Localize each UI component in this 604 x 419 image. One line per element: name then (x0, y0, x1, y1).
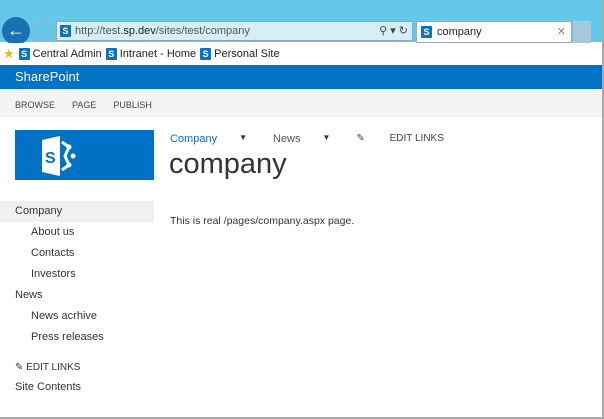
new-tab-button[interactable] (573, 21, 591, 43)
page-title: company (169, 148, 287, 180)
nav-about-us[interactable]: About us (0, 222, 154, 243)
suite-bar: SharePoint (0, 65, 604, 89)
sharepoint-icon: S (200, 48, 212, 60)
favorite-label: Central Admin (32, 48, 102, 60)
sharepoint-icon: S (60, 25, 71, 37)
ribbon: BROWSE PAGE PUBLISH (0, 89, 604, 117)
nav-company[interactable]: Company (0, 201, 154, 222)
favorite-intranet-home[interactable]: S Intranet - Home (105, 48, 197, 60)
tab-page[interactable]: PAGE (72, 100, 96, 110)
back-button[interactable]: ← (2, 17, 30, 45)
nav-press-releases[interactable]: Press releases (0, 327, 154, 348)
sharepoint-icon: S (105, 48, 117, 60)
sharepoint-logo-icon: S (42, 136, 76, 176)
tab-title: company (437, 26, 482, 38)
top-navigation: Company ▼ News ▼ ✎ EDIT LINKS (170, 133, 488, 145)
topnav-news[interactable]: News (273, 133, 301, 145)
edit-links-label: EDIT LINKS (389, 133, 444, 144)
edit-links-left[interactable]: ✎ EDIT LINKS (15, 362, 80, 373)
pencil-icon: ✎ (356, 133, 365, 144)
favorite-personal-site[interactable]: S Personal Site (200, 48, 280, 60)
tab-publish[interactable]: PUBLISH (113, 100, 152, 110)
topnav-company[interactable]: Company (170, 133, 217, 145)
suite-title[interactable]: SharePoint (15, 69, 79, 84)
forward-button[interactable]: → (33, 21, 53, 41)
favorite-label: Personal Site (214, 48, 280, 60)
close-icon[interactable]: ✕ (557, 25, 566, 38)
caret-down-icon[interactable]: ▼ (239, 133, 247, 145)
favorites-star-icon[interactable]: ★ (3, 46, 15, 62)
tab-browse[interactable]: BROWSE (15, 100, 55, 110)
nav-news[interactable]: News (0, 285, 154, 306)
quick-launch: Company About us Contacts Investors News… (0, 201, 154, 348)
page-content: This is real /pages/company.aspx page. (170, 215, 355, 227)
favorites-bar: ★ S Central Admin S Intranet - Home S Perso… (0, 43, 604, 65)
browser-tab[interactable]: S company ✕ (416, 21, 572, 43)
site-contents-link[interactable]: Site Contents (15, 381, 81, 393)
nav-contacts[interactable]: Contacts (0, 243, 154, 264)
sharepoint-icon: S (421, 26, 432, 38)
address-bar[interactable]: S http://test.sp.dev/sites/test/company … (56, 21, 413, 41)
pencil-icon: ✎ (15, 362, 24, 373)
url-prefix: http://test. (75, 25, 124, 37)
nav-news-archive[interactable]: News acrhive (0, 306, 154, 327)
url-host: sp.dev (123, 25, 156, 37)
edit-links-top[interactable]: ✎ EDIT LINKS (356, 133, 465, 145)
search-refresh-icon[interactable]: ⚲ ▾ ↻ (379, 24, 408, 37)
favorite-central-admin[interactable]: S Central Admin (18, 48, 102, 60)
svg-text:S: S (45, 150, 56, 167)
site-logo[interactable]: S (15, 130, 154, 180)
caret-down-icon[interactable]: ▼ (323, 133, 331, 145)
nav-investors[interactable]: Investors (0, 264, 154, 285)
favorite-label: Intranet - Home (119, 48, 197, 60)
sharepoint-icon: S (18, 48, 30, 60)
url-path: /sites/test/company (155, 25, 250, 37)
edit-links-label: EDIT LINKS (26, 362, 81, 373)
browser-chrome: ← → S http://test.sp.dev/sites/test/comp… (0, 0, 604, 45)
